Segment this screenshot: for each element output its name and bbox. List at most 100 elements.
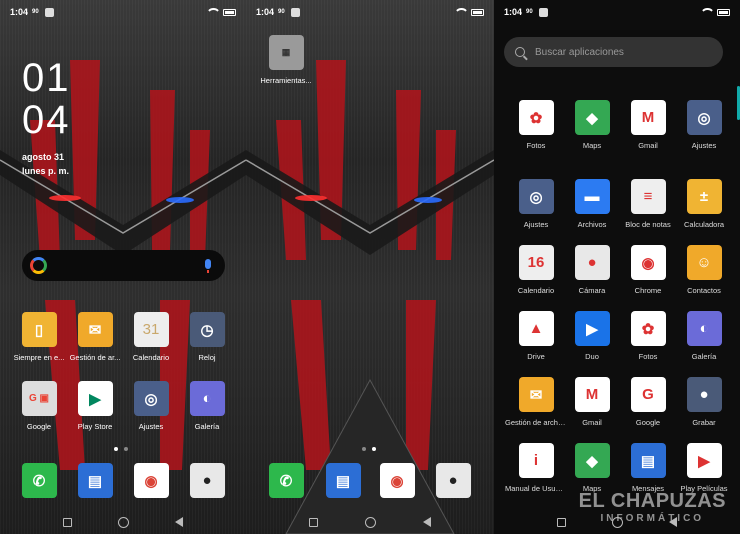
dock-messages[interactable]: ▤	[64, 463, 126, 498]
search-icon	[515, 47, 525, 57]
dock-phone[interactable]: ✆	[8, 463, 70, 498]
app-label: Manual de Usuario	[505, 484, 567, 493]
app-label: Galería	[194, 422, 220, 431]
app-label: Ajustes	[523, 220, 549, 229]
drawer-app[interactable]: ☺ Contactos	[673, 245, 735, 295]
app-gestion-archivos[interactable]: ✉ Gestión de ar...	[64, 312, 126, 362]
clock-hour: 01	[22, 56, 71, 100]
dock-camera[interactable]: ●	[422, 463, 484, 498]
back-button[interactable]	[175, 517, 183, 527]
network-speed: 90	[278, 9, 285, 15]
dock-phone[interactable]: ✆	[255, 463, 317, 498]
drawer-app[interactable]: ◆ Maps	[561, 100, 623, 150]
drawer-app[interactable]: M Gmail	[561, 377, 623, 427]
google-icon: G	[630, 377, 666, 412]
home-button[interactable]	[612, 516, 623, 528]
folder-icon: ✉	[77, 312, 113, 347]
dock-chrome[interactable]: ◉	[120, 463, 182, 498]
app-label: Maps	[582, 141, 602, 150]
home-button[interactable]	[118, 516, 129, 528]
wifi-icon	[700, 8, 715, 16]
gmail-icon: M	[630, 100, 666, 135]
app-play-store[interactable]: ▶ Play Store	[64, 381, 126, 431]
page-dot	[124, 447, 128, 451]
clock-icon: ◷	[189, 312, 225, 347]
maps-icon: ◆	[574, 100, 610, 135]
messages-icon: ▤	[630, 443, 666, 478]
app-label: Calendario	[517, 286, 555, 295]
settings-icon: ◎	[133, 381, 169, 416]
drawer-app[interactable]: ● Grabar	[673, 377, 735, 427]
recents-button[interactable]	[309, 517, 319, 527]
drawer-app[interactable]: i Manual de Usuario	[505, 443, 567, 493]
drawer-app[interactable]: G Google	[617, 377, 679, 427]
app-search-input[interactable]: Buscar aplicaciones	[504, 37, 723, 67]
clock-widget[interactable]: 01 04	[22, 58, 71, 142]
recents-button[interactable]	[557, 517, 566, 527]
drawer-app[interactable]: ▶ Play Películas	[673, 443, 735, 493]
maps-icon: ◆	[574, 443, 610, 478]
app-label: Fotos	[638, 352, 658, 361]
wifi-icon	[206, 8, 221, 16]
drawer-app[interactable]: ● Cámara	[561, 245, 623, 295]
drawer-app[interactable]: ✿ Fotos	[505, 100, 567, 150]
status-bar: 1:04 90	[0, 0, 246, 24]
phone-icon: ✆	[268, 463, 304, 498]
folder-label: Herramientas...	[260, 76, 312, 85]
drive-icon: ▲	[518, 311, 554, 346]
microphone-icon[interactable]	[205, 259, 211, 273]
status-time: 1:04	[256, 7, 275, 17]
search-placeholder: Buscar aplicaciones	[535, 46, 624, 58]
drawer-app[interactable]: ◎ Ajustes	[673, 100, 735, 150]
network-speed: 90	[32, 9, 39, 15]
back-button[interactable]	[422, 517, 431, 527]
drawer-app[interactable]: M Gmail	[617, 100, 679, 150]
drawer-app[interactable]: ◐ Galería	[673, 311, 735, 361]
home-button[interactable]	[364, 516, 376, 528]
app-siempre-en-pantalla[interactable]: ▯ Siempre en e...	[8, 312, 70, 362]
app-galeria[interactable]: ◐ Galería	[176, 381, 238, 431]
camera-icon: ●	[435, 463, 471, 498]
drawer-app[interactable]: ▬ Archivos	[561, 179, 623, 229]
always-on-display-icon: ▯	[21, 312, 57, 347]
app-label: Gmail	[638, 141, 658, 150]
dock-messages[interactable]: ▤	[312, 463, 374, 498]
camera-icon: ●	[574, 245, 610, 280]
app-label: Contactos	[687, 286, 721, 295]
drawer-app[interactable]: ◉ Chrome	[617, 245, 679, 295]
google-folder-icon: G ▣	[21, 381, 57, 416]
app-reloj[interactable]: ◷ Reloj	[176, 312, 238, 362]
app-google-folder[interactable]: G ▣ Google	[8, 381, 70, 431]
chrome-icon: ◉	[133, 463, 169, 498]
battery-icon	[471, 8, 484, 16]
page-indicator	[362, 447, 376, 451]
drawer-app[interactable]: ▲ Drive	[505, 311, 567, 361]
app-calendario[interactable]: 31 Calendario	[120, 312, 182, 362]
app-ajustes[interactable]: ◎ Ajustes	[120, 381, 182, 431]
play-movies-icon: ▶	[686, 443, 722, 478]
drawer-app[interactable]: ✿ Fotos	[617, 311, 679, 361]
drawer-app[interactable]: ≡ Bloc de notas	[617, 179, 679, 229]
drawer-app[interactable]: ▤ Mensajes	[617, 443, 679, 493]
app-label: Reloj	[198, 353, 216, 362]
play-store-icon: ▶	[77, 381, 113, 416]
folder-herramientas[interactable]: ▦ Herramientas...	[255, 35, 317, 85]
calculator-icon: ±	[686, 179, 722, 214]
app-label: Cámara	[578, 286, 606, 295]
drawer-app[interactable]: ± Calculadora	[673, 179, 735, 229]
calendar-icon: 31	[133, 312, 169, 347]
back-button[interactable]	[669, 517, 677, 527]
recents-button[interactable]	[63, 517, 72, 527]
dock-camera[interactable]: ●	[176, 463, 238, 498]
drawer-app[interactable]: ◎ Ajustes	[505, 179, 567, 229]
navigation-bar	[0, 510, 246, 534]
drawer-app[interactable]: ◆ Maps	[561, 443, 623, 493]
drawer-app[interactable]: ▶ Duo	[561, 311, 623, 361]
drawer-app[interactable]: 16 Calendario	[505, 245, 567, 295]
clock-minute: 04	[22, 98, 71, 142]
page-indicator	[114, 447, 128, 451]
drawer-app[interactable]: ✉ Gestión de archiv...	[505, 377, 567, 427]
folder-icon: ✉	[518, 377, 554, 412]
dock-chrome[interactable]: ◉	[366, 463, 428, 498]
google-search-bar[interactable]	[22, 250, 225, 281]
